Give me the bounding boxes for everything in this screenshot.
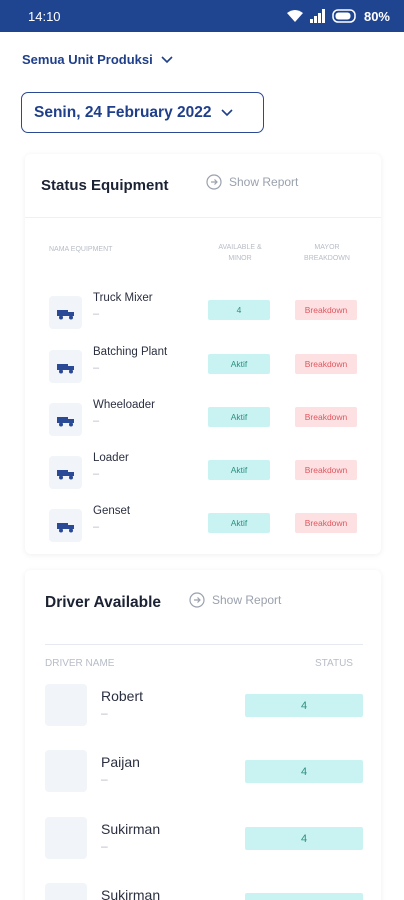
driver-row[interactable]: Robert – 4	[25, 684, 381, 726]
available-badge: Aktif	[208, 460, 270, 480]
breakdown-badge: Breakdown	[295, 407, 357, 427]
driver-row[interactable]: Sukirman	[25, 883, 381, 900]
column-header-major-line2: BREAKDOWN	[304, 255, 350, 262]
column-header-major-line1: MAYOR	[314, 244, 340, 251]
driver-name: Sukirman	[101, 887, 161, 900]
driver-subtitle: –	[101, 839, 108, 853]
breakdown-badge: Breakdown	[295, 300, 357, 320]
equipment-subtitle: –	[93, 521, 100, 533]
date-selector-label: Senin, 24 February 2022	[34, 103, 212, 121]
driver-row[interactable]: Sukirman – 4	[25, 817, 381, 859]
arrow-circle-icon	[189, 592, 205, 608]
equipment-name: Batching Plant	[93, 346, 168, 358]
driver-row[interactable]: Paijan – 4	[25, 750, 381, 792]
status-icons: 80%	[286, 9, 390, 24]
available-badge: Aktif	[208, 354, 270, 374]
equipment-subtitle: –	[93, 468, 100, 480]
wifi-icon	[286, 10, 303, 22]
breakdown-badge: Breakdown	[295, 460, 357, 480]
driver-subtitle: –	[101, 772, 108, 786]
equipment-name: Wheeloader	[93, 399, 156, 411]
truck-icon	[49, 509, 82, 542]
column-header-status: STATUS	[315, 658, 353, 669]
unit-selector[interactable]: Semua Unit Produksi	[22, 52, 173, 67]
equipment-row[interactable]: Loader – Aktif Breakdown	[25, 452, 381, 492]
avatar	[45, 684, 87, 726]
equipment-show-report-button[interactable]: Show Report	[206, 174, 298, 190]
breakdown-badge: Breakdown	[295, 513, 357, 533]
breakdown-badge: Breakdown	[295, 354, 357, 374]
truck-icon	[49, 350, 82, 383]
equipment-row[interactable]: Truck Mixer – 4 Breakdown	[25, 292, 381, 332]
column-header-available: AVAILABLE & MINOR	[215, 242, 265, 264]
column-header-available-line1: AVAILABLE &	[218, 244, 262, 251]
column-header-major: MAYOR BREAKDOWN	[297, 242, 357, 264]
avatar	[45, 817, 87, 859]
chevron-down-icon	[221, 108, 234, 116]
truck-icon	[49, 296, 82, 329]
divider	[45, 644, 363, 645]
equipment-subtitle: –	[93, 362, 100, 374]
available-badge: 4	[208, 300, 270, 320]
equipment-subtitle: –	[93, 308, 100, 320]
available-badge: Aktif	[208, 407, 270, 427]
battery-percent: 80%	[363, 8, 390, 24]
signal-icon	[309, 9, 325, 23]
driver-status-badge: 4	[245, 827, 363, 850]
equipment-name: Truck Mixer	[93, 292, 153, 304]
arrow-circle-icon	[206, 174, 222, 190]
equipment-subtitle: –	[93, 415, 100, 427]
truck-icon	[49, 403, 82, 436]
status-time: 14:10	[28, 8, 61, 24]
equipment-row[interactable]: Genset – Aktif Breakdown	[25, 505, 381, 545]
equipment-row[interactable]: Batching Plant – Aktif Breakdown	[25, 346, 381, 386]
driver-name: Robert	[101, 688, 144, 704]
equipment-show-report-label: Show Report	[229, 175, 299, 189]
column-header-equipment-name: NAMA EQUIPMENT	[49, 246, 113, 253]
date-selector[interactable]: Senin, 24 February 2022	[21, 92, 264, 133]
driver-status-badge: 4	[245, 694, 363, 717]
driver-status-badge: 4	[245, 760, 363, 783]
avatar	[45, 750, 87, 792]
unit-selector-label: Semua Unit Produksi	[22, 52, 153, 67]
driver-name: Sukirman	[101, 821, 161, 837]
truck-icon	[49, 456, 82, 489]
equipment-name: Loader	[93, 452, 129, 464]
avatar	[45, 883, 87, 900]
driver-card: Driver Available Show Report DRIVER NAME…	[25, 570, 381, 900]
driver-status-badge	[245, 893, 363, 900]
equipment-row[interactable]: Wheeloader – Aktif Breakdown	[25, 399, 381, 439]
status-bar: 14:10 80%	[0, 0, 404, 32]
driver-subtitle: –	[101, 706, 108, 720]
driver-title: Driver Available	[45, 594, 162, 611]
equipment-title: Status Equipment	[41, 177, 169, 194]
column-header-available-line2: MINOR	[228, 255, 252, 262]
driver-show-report-button[interactable]: Show Report	[189, 592, 281, 608]
available-badge: Aktif	[208, 513, 270, 533]
chevron-down-icon	[161, 55, 173, 63]
driver-show-report-label: Show Report	[212, 593, 282, 607]
column-header-driver-name: DRIVER NAME	[45, 658, 115, 669]
equipment-name: Genset	[93, 505, 131, 517]
driver-name: Paijan	[101, 754, 140, 770]
equipment-card-header: Status Equipment	[25, 154, 381, 218]
equipment-card: Status Equipment Show Report NAMA EQUIPM…	[25, 154, 381, 554]
battery-icon	[332, 9, 356, 23]
